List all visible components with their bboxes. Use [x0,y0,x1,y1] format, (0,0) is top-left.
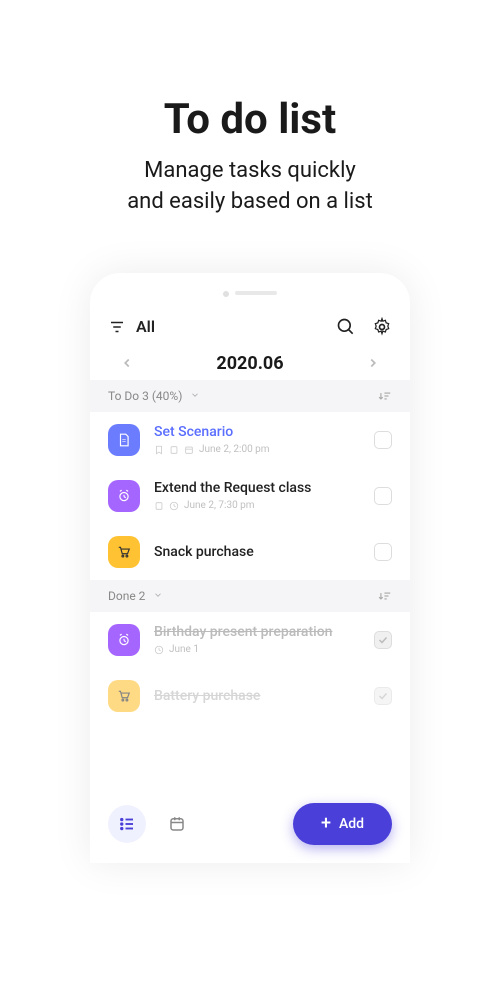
task-title: Set Scenario [154,424,360,440]
task-row[interactable]: Snack purchase [90,524,410,580]
cart-icon [108,536,140,568]
note-icon [169,445,179,455]
task-checkbox[interactable] [374,631,392,649]
cart-icon [108,680,140,712]
calendar-view-button[interactable] [158,805,196,843]
filter-label[interactable]: All [136,317,320,336]
calendar-icon [184,445,194,455]
section-header-done[interactable]: Done 2 [90,580,410,612]
bottom-bar: + Add [90,803,410,845]
search-icon[interactable] [336,317,356,337]
filter-icon[interactable] [108,318,126,336]
note-icon [154,501,164,511]
alarm-icon [108,480,140,512]
task-title: Snack purchase [154,544,360,560]
task-meta: June 2, 7:30 pm [154,500,360,511]
document-icon [108,424,140,456]
month-navigator: 2020.06 [90,347,410,380]
plus-icon: + [321,815,331,833]
add-button-label: Add [339,816,364,832]
next-month-icon[interactable] [366,356,380,370]
task-meta: June 2, 2:00 pm [154,444,360,455]
task-row[interactable]: Birthday present preparation June 1 [90,612,410,668]
sort-icon[interactable] [378,589,392,603]
section-header-todo[interactable]: To Do 3 (40%) [90,380,410,412]
sort-icon[interactable] [378,389,392,403]
task-checkbox[interactable] [374,431,392,449]
task-meta: June 1 [154,644,360,655]
task-checkbox[interactable] [374,543,392,561]
page-title: To do list [0,95,500,144]
add-button[interactable]: + Add [293,803,392,845]
section-title: To Do 3 (40%) [108,389,378,403]
clock-icon [154,645,164,655]
task-checkbox[interactable] [374,487,392,505]
task-title: Battery purchase [154,688,360,704]
app-header: All [90,307,410,347]
page-subtitle: Manage tasks quickly and easily based on… [0,156,500,218]
section-title: Done 2 [108,589,378,603]
chevron-down-icon [153,589,163,603]
bookmark-icon [154,445,164,455]
task-title: Birthday present preparation [154,624,360,640]
alarm-icon [108,624,140,656]
chevron-down-icon [190,389,200,403]
task-row[interactable]: Extend the Request class June 2, 7:30 pm [90,468,410,524]
list-view-button[interactable] [108,805,146,843]
settings-icon[interactable] [372,317,392,337]
task-row[interactable]: Set Scenario June 2, 2:00 pm [90,412,410,468]
month-label: 2020.06 [216,353,283,374]
task-row[interactable]: Battery purchase [90,668,410,724]
task-title: Extend the Request class [154,480,360,496]
phone-frame: All 2020.06 To Do 3 (40%) [90,273,410,863]
clock-icon [169,501,179,511]
task-checkbox[interactable] [374,687,392,705]
prev-month-icon[interactable] [120,356,134,370]
page-indicator [90,273,410,307]
